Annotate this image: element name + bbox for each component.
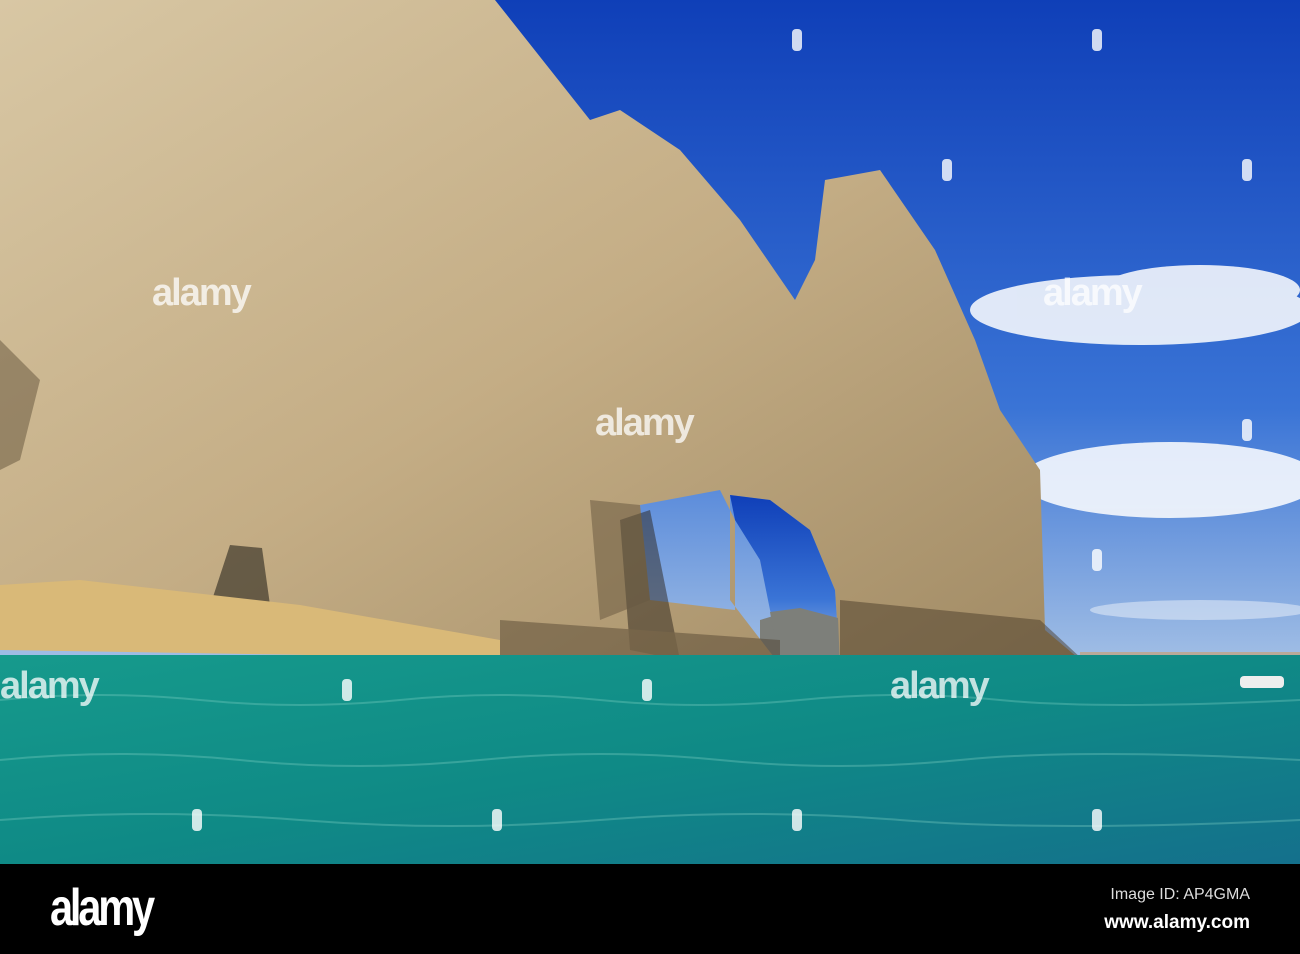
watermark-mark: [1092, 29, 1102, 51]
watermark-mark: [942, 159, 952, 181]
watermark: alamy: [890, 665, 990, 707]
watermark-mark: [1092, 549, 1102, 571]
watermark-mark: [192, 809, 202, 831]
alamy-logo: alamy: [50, 879, 155, 937]
watermark: alamy: [1043, 272, 1143, 314]
watermark: alamy: [595, 402, 695, 444]
watermark: alamy: [0, 665, 100, 707]
image-id: Image ID: AP4GMA: [1110, 886, 1250, 903]
watermark-mark: [342, 679, 352, 701]
boat: [1240, 676, 1284, 688]
website-link: www.alamy.com: [1104, 912, 1250, 933]
watermark-mark: [1242, 419, 1252, 441]
watermark-mark: [1092, 809, 1102, 831]
watermark-mark: [642, 679, 652, 701]
stock-banner: alamy Image ID: AP4GMA www.alamy.com: [0, 864, 1300, 954]
watermark-mark: [492, 809, 502, 831]
watermark-mark: [792, 809, 802, 831]
watermark: alamy: [152, 272, 252, 314]
watermark-mark: [1242, 159, 1252, 181]
watermark-mark: [792, 29, 802, 51]
